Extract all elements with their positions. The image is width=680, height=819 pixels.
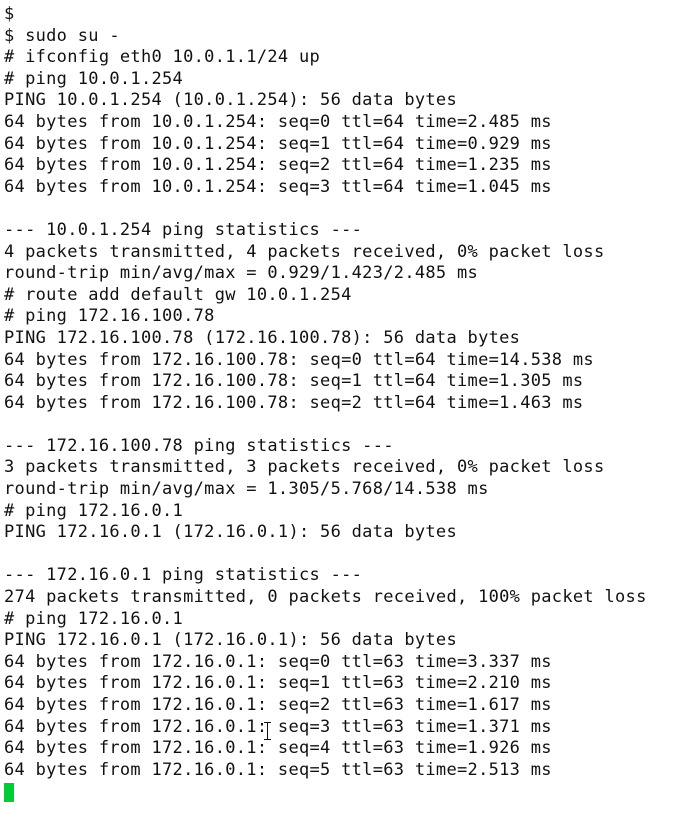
terminal-line: 64 bytes from 10.0.1.254: seq=1 ttl=64 t… (4, 133, 552, 154)
terminal-line: # ping 172.16.0.1 (4, 500, 184, 521)
terminal-line: PING 172.16.0.1 (172.16.0.1): 56 data by… (4, 630, 457, 651)
text-cursor (4, 783, 14, 803)
terminal-input-line[interactable] (4, 781, 647, 803)
terminal-line: # ifconfig eth0 10.0.1.1/24 up (4, 47, 321, 68)
terminal-line: PING 10.0.1.254 (10.0.1.254): 56 data by… (4, 90, 457, 111)
terminal-line: # ping 172.16.100.78 (4, 306, 215, 327)
terminal-line: round-trip min/avg/max = 0.929/1.423/2.4… (4, 263, 479, 284)
terminal-line: 274 packets transmitted, 0 packets recei… (4, 587, 647, 608)
terminal-line: 64 bytes from 10.0.1.254: seq=0 ttl=64 t… (4, 111, 552, 132)
terminal-line: 64 bytes from 172.16.100.78: seq=2 ttl=6… (4, 392, 584, 413)
terminal-line: 64 bytes from 172.16.100.78: seq=1 ttl=6… (4, 371, 584, 392)
terminal-line: 64 bytes from 172.16.100.78: seq=0 ttl=6… (4, 349, 594, 370)
terminal-line: 64 bytes from 172.16.0.1: seq=1 ttl=63 t… (4, 673, 552, 694)
terminal-line: --- 172.16.0.1 ping statistics --- (4, 565, 363, 586)
terminal-line: 64 bytes from 10.0.1.254: seq=3 ttl=64 t… (4, 176, 552, 197)
terminal-line: 64 bytes from 172.16.0.1: seq=5 ttl=63 t… (4, 759, 552, 780)
terminal-output: $ $ sudo su - # ifconfig eth0 10.0.1.1/2… (4, 4, 647, 803)
terminal-window[interactable]: $ $ sudo su - # ifconfig eth0 10.0.1.1/2… (0, 0, 680, 819)
terminal-line: # ping 10.0.1.254 (4, 68, 184, 89)
terminal-line: --- 10.0.1.254 ping statistics --- (4, 219, 363, 240)
terminal-line: # route add default gw 10.0.1.254 (4, 284, 352, 305)
terminal-line: # ping 172.16.0.1 (4, 608, 184, 629)
terminal-line: $ (4, 4, 15, 24)
terminal-line: 64 bytes from 172.16.0.1: seq=2 ttl=63 t… (4, 695, 552, 715)
terminal-line: PING 172.16.0.1 (172.16.0.1): 56 data by… (4, 522, 457, 543)
terminal-line: $ sudo su - (4, 25, 120, 46)
terminal-line: PING 172.16.100.78 (172.16.100.78): 56 d… (4, 327, 521, 348)
terminal-line: --- 172.16.100.78 ping statistics --- (4, 435, 394, 456)
terminal-line: round-trip min/avg/max = 1.305/5.768/14.… (4, 479, 489, 500)
terminal-line: 64 bytes from 172.16.0.1: seq=0 ttl=63 t… (4, 651, 552, 672)
terminal-line: 64 bytes from 10.0.1.254: seq=2 ttl=64 t… (4, 155, 552, 176)
terminal-line: 4 packets transmitted, 4 packets receive… (4, 241, 605, 262)
terminal-line: 64 bytes from 172.16.0.1: seq=4 ttl=63 t… (4, 738, 552, 759)
terminal-line: 3 packets transmitted, 3 packets receive… (4, 457, 605, 478)
terminal-line: 64 bytes from 172.16.0.1: seq=3 ttl=63 t… (4, 716, 552, 737)
mouse-ibeam-cursor-icon (264, 722, 271, 740)
